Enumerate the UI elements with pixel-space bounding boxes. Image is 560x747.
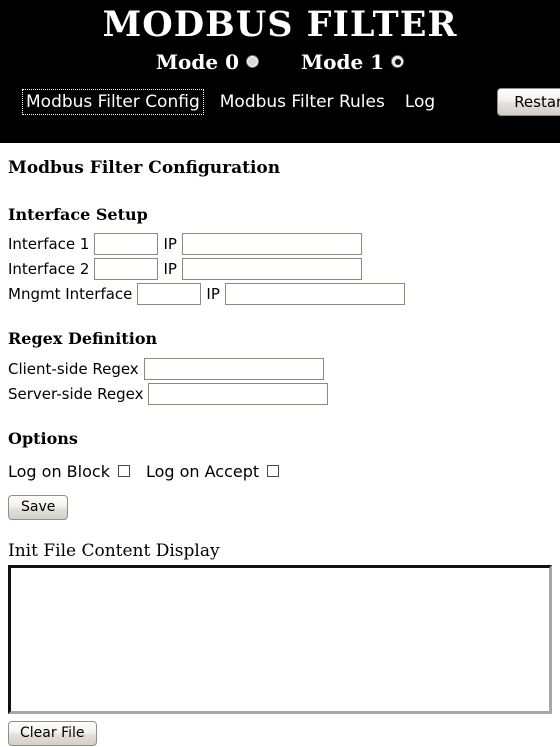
server-side-regex-input[interactable] xyxy=(148,382,329,405)
nav-link-modbus-filter-rules[interactable]: Modbus Filter Rules xyxy=(218,91,387,113)
main-content: Modbus Filter Configuration Interface Se… xyxy=(0,157,560,747)
mngmt-interface-name-input[interactable] xyxy=(137,283,202,306)
log-on-block-label: Log on Block xyxy=(8,461,110,481)
restart-button[interactable]: Restart xyxy=(497,87,560,117)
log-on-block-group[interactable]: Log on Block xyxy=(8,462,130,481)
section-heading-regex-definition: Regex Definition xyxy=(8,329,158,349)
log-on-accept-group[interactable]: Log on Accept xyxy=(145,461,280,481)
server-side-regex-label: Server-side Regex xyxy=(8,384,144,403)
nav-link-log[interactable]: Log xyxy=(403,91,437,113)
save-button[interactable]: Save xyxy=(8,494,69,521)
interface-2-name-input[interactable] xyxy=(94,258,159,281)
section-heading-options: Options xyxy=(8,428,78,448)
mode-0-radio[interactable] xyxy=(246,55,259,68)
main-navigation: Modbus Filter Config Modbus Filter Rules… xyxy=(0,87,560,117)
options-row: Log on Block Log on Accept xyxy=(8,462,552,481)
section-heading-init-file-content-display: Init File Content Display xyxy=(8,541,220,562)
client-side-regex-row: Client-side Regex xyxy=(8,357,552,380)
page-heading-modbus-filter-configuration: Modbus Filter Configuration xyxy=(8,158,281,178)
mngmt-interface-ip-label: IP xyxy=(206,285,220,304)
client-side-regex-label: Client-side Regex xyxy=(8,359,139,378)
interface-2-ip-input[interactable] xyxy=(181,258,362,281)
section-heading-interface-setup: Interface Setup xyxy=(8,204,148,224)
mngmt-interface-ip-input[interactable] xyxy=(224,283,405,306)
mode-option-0[interactable]: Mode 0 xyxy=(156,50,259,74)
mode-selector: Mode 0 Mode 1 xyxy=(0,50,560,74)
interface-1-ip-label: IP xyxy=(163,235,177,254)
log-on-accept-label: Log on Accept xyxy=(145,461,260,481)
page-title: MODBUS FILTER xyxy=(102,4,458,45)
page-header: MODBUS FILTER Mode 0 Mode 1 Modbus Filte… xyxy=(0,0,560,143)
clear-file-button[interactable]: Clear File xyxy=(8,720,97,747)
interface-2-ip-label: IP xyxy=(163,260,177,279)
nav-link-modbus-filter-config[interactable]: Modbus Filter Config xyxy=(22,88,204,115)
interface-2-label: Interface 2 xyxy=(8,260,90,279)
init-file-content-textarea[interactable] xyxy=(8,564,552,714)
interface-1-name-input[interactable] xyxy=(94,233,159,256)
mode-option-1[interactable]: Mode 1 xyxy=(301,49,405,74)
log-on-block-checkbox[interactable] xyxy=(117,465,130,478)
mode-0-label: Mode 0 xyxy=(155,49,239,74)
client-side-regex-input[interactable] xyxy=(143,357,324,380)
mngmt-interface-row: Mngmt Interface IP xyxy=(8,283,552,306)
interface-2-row: Interface 2 IP xyxy=(8,258,552,281)
mode-1-label: Mode 1 xyxy=(301,49,385,74)
interface-1-label: Interface 1 xyxy=(8,235,90,254)
mngmt-interface-label: Mngmt Interface xyxy=(8,285,133,304)
mode-1-radio[interactable] xyxy=(391,55,405,68)
interface-1-row: Interface 1 IP xyxy=(8,233,552,256)
interface-1-ip-input[interactable] xyxy=(181,233,362,256)
log-on-accept-checkbox[interactable] xyxy=(267,465,280,478)
server-side-regex-row: Server-side Regex xyxy=(8,382,552,405)
